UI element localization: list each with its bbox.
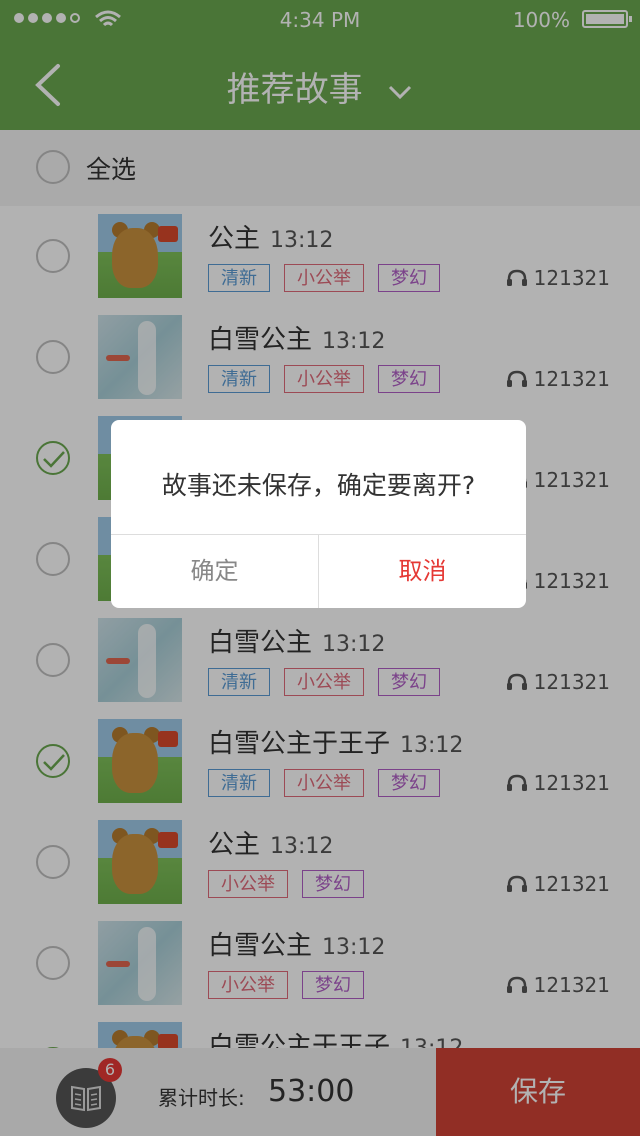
dialog-message: 故事还未保存，确定要离开? xyxy=(161,471,476,500)
leave-confirm-dialog: 故事还未保存，确定要离开? 确定 取消 xyxy=(111,420,526,608)
confirm-button[interactable]: 确定 xyxy=(111,535,318,608)
cancel-button[interactable]: 取消 xyxy=(319,535,526,608)
